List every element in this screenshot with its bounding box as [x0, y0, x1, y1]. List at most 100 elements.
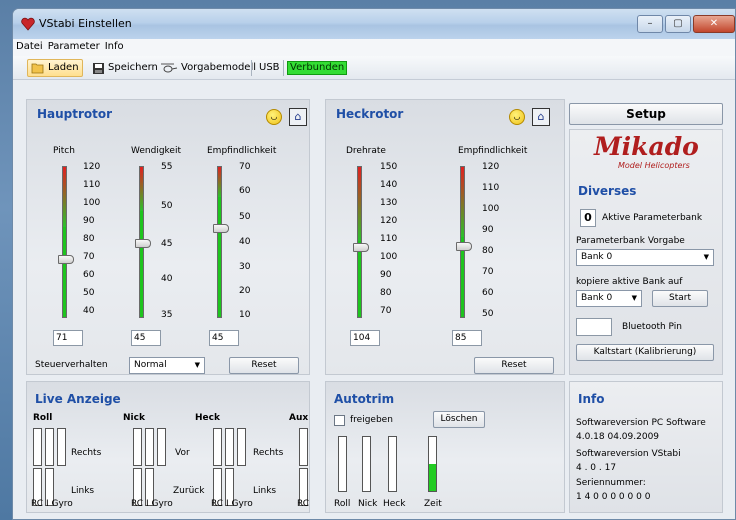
haupt-empf-tick: 70 — [239, 162, 251, 172]
pitch-slider-thumb[interactable] — [58, 255, 74, 264]
wendigkeit-slider-thumb[interactable] — [135, 239, 151, 248]
drehrate-tick: 80 — [380, 288, 392, 298]
menu-info[interactable]: Info — [102, 39, 126, 52]
roll-rechts-label: Rechts — [71, 448, 102, 458]
toolbar-separator — [251, 60, 252, 76]
autotrim-zeit-bar — [428, 436, 437, 492]
minimize-button[interactable]: – — [637, 15, 663, 33]
steuerverhalten-value: Normal — [134, 360, 167, 370]
active-bank-number: 0 — [580, 209, 596, 227]
heckrotor-panel: Heckrotor ◡ ⌂ Drehrate Empfindlichkeit 1… — [325, 99, 565, 375]
menu-parameter[interactable]: Parameter — [45, 39, 102, 52]
drehrate-tick: 100 — [380, 252, 398, 262]
usb-label: USB — [259, 62, 280, 73]
vorgabe-bank-value: Bank 0 — [581, 252, 613, 262]
heck-reset-button[interactable]: Reset — [474, 357, 554, 374]
drehrate-tick: 130 — [380, 198, 398, 208]
freigeben-checkbox[interactable] — [334, 415, 345, 426]
folder-icon — [31, 63, 44, 74]
toolbar: Laden Speichern Vorgabemodell USB Verbun… — [13, 56, 735, 80]
heck-empf-value-input[interactable]: 85 — [452, 330, 482, 346]
heck-rc-bar — [213, 428, 222, 466]
autotrim-heck-bar — [388, 436, 397, 492]
title-bar: VStabi Einstellen – ▢ ✕ — [13, 9, 735, 39]
haupt-empf-value-input[interactable]: 45 — [209, 330, 239, 346]
bluetooth-pin-input[interactable] — [576, 318, 612, 336]
haupt-reset-button[interactable]: Reset — [229, 357, 299, 374]
nick-rc-gyro-label: RC I Gyro — [131, 499, 173, 509]
smiley-icon: ◡ — [509, 109, 525, 125]
empfindlichkeit-label: Empfindlichkeit — [207, 146, 277, 156]
toolbar-separator — [283, 60, 284, 76]
parameterbank-vorgabe-label: Parameterbank Vorgabe — [576, 236, 685, 246]
autotrim-panel: Autotrim freigeben Löschen Roll Nick Hec… — [325, 381, 565, 513]
maximize-button[interactable]: ▢ — [665, 15, 691, 33]
steuerverhalten-label: Steuerverhalten — [35, 360, 108, 370]
pitch-value-input[interactable]: 71 — [53, 330, 83, 346]
roll-rc-gyro-label: RC I Gyro — [31, 499, 73, 509]
bluetooth-pin-label: Bluetooth Pin — [622, 322, 682, 332]
pitch-tick: 70 — [83, 252, 95, 262]
haupt-empf-slider-thumb[interactable] — [213, 224, 229, 233]
wendigkeit-tick: 50 — [161, 201, 173, 211]
save-button[interactable]: Speichern — [89, 59, 161, 77]
info-title: Info — [578, 392, 605, 406]
autotrim-heck-label: Heck — [383, 499, 406, 509]
haupt-empf-slider-track[interactable] — [217, 166, 222, 318]
pitch-tick: 80 — [83, 234, 95, 244]
serial-value: 1 4 0 0 0 0 0 0 0 — [576, 492, 651, 502]
vstabi-version-value: 4 . 0 . 17 — [576, 463, 617, 473]
kopiere-label: kopiere aktive Bank auf — [576, 277, 683, 287]
pitch-slider-track[interactable] — [62, 166, 67, 318]
heck-empf-tick: 50 — [482, 309, 494, 319]
drehrate-value-input[interactable]: 104 — [350, 330, 380, 346]
pitch-tick: 120 — [83, 162, 101, 172]
vorgabe-bank-select[interactable]: Bank 0 ▼ — [576, 249, 714, 266]
freigeben-label: freigeben — [350, 415, 393, 425]
pitch-tick: 90 — [83, 216, 95, 226]
chevron-down-icon: ▼ — [194, 361, 200, 369]
heckrotor-title: Heckrotor — [336, 107, 404, 121]
mikado-logo: Mikado — [594, 132, 699, 161]
nick-zurueck-label: Zurück — [173, 486, 205, 496]
drehrate-slider-thumb[interactable] — [353, 243, 369, 252]
pitch-tick: 40 — [83, 306, 95, 316]
heck-empf-tick: 60 — [482, 288, 494, 298]
kopiere-bank-select[interactable]: Bank 0 ▼ — [576, 290, 642, 307]
heck-empf-slider-thumb[interactable] — [456, 242, 472, 251]
chevron-down-icon: ▼ — [631, 294, 637, 302]
main-window: VStabi Einstellen – ▢ ✕ Datei Parameter In… — [12, 8, 736, 520]
pitch-tick: 50 — [83, 288, 95, 298]
wendigkeit-value-input[interactable]: 45 — [131, 330, 161, 346]
setup-button[interactable]: Setup — [569, 103, 723, 125]
save-label: Speichern — [108, 62, 158, 73]
menu-bar: Datei Parameter Info — [13, 39, 735, 56]
drehrate-tick: 70 — [380, 306, 392, 316]
hauptrotor-panel: Hauptrotor ◡ ⌂ Pitch Wendigkeit Empfindl… — [26, 99, 310, 375]
nick-bar — [157, 428, 166, 466]
autotrim-roll-bar — [338, 436, 347, 492]
kaltstart-button[interactable]: Kaltstart (Kalibrierung) — [576, 344, 714, 361]
serial-label: Seriennummer: — [576, 478, 646, 488]
pc-version-value: 4.0.18 04.09.2009 — [576, 432, 660, 442]
menu-datei[interactable]: Datei — [13, 39, 45, 52]
load-button[interactable]: Laden — [27, 59, 83, 77]
haupt-empf-tick: 40 — [239, 237, 251, 247]
diverses-panel: Mikado Model Helicopters Diverses 0 Akti… — [569, 129, 723, 375]
autotrim-nick-label: Nick — [358, 499, 378, 509]
loeschen-button[interactable]: Löschen — [433, 411, 485, 428]
close-button[interactable]: ✕ — [693, 15, 735, 33]
drehrate-slider-track[interactable] — [357, 166, 362, 318]
aux-bar — [299, 428, 308, 466]
hauptrotor-title: Hauptrotor — [37, 107, 113, 121]
home-icon-button[interactable]: ⌂ — [289, 108, 307, 126]
start-button[interactable]: Start — [652, 290, 708, 307]
nick-gyro-bar — [145, 428, 154, 466]
nick-vor-label: Vor — [175, 448, 190, 458]
pitch-tick: 60 — [83, 270, 95, 280]
live-anzeige-panel: Live Anzeige Roll Nick Heck Aux Rechts L… — [26, 381, 310, 513]
drehrate-tick: 140 — [380, 180, 398, 190]
steuerverhalten-select[interactable]: Normal ▼ — [129, 357, 205, 374]
home-icon-button[interactable]: ⌂ — [532, 108, 550, 126]
default-model-button[interactable]: Vorgabemodell — [157, 59, 259, 77]
